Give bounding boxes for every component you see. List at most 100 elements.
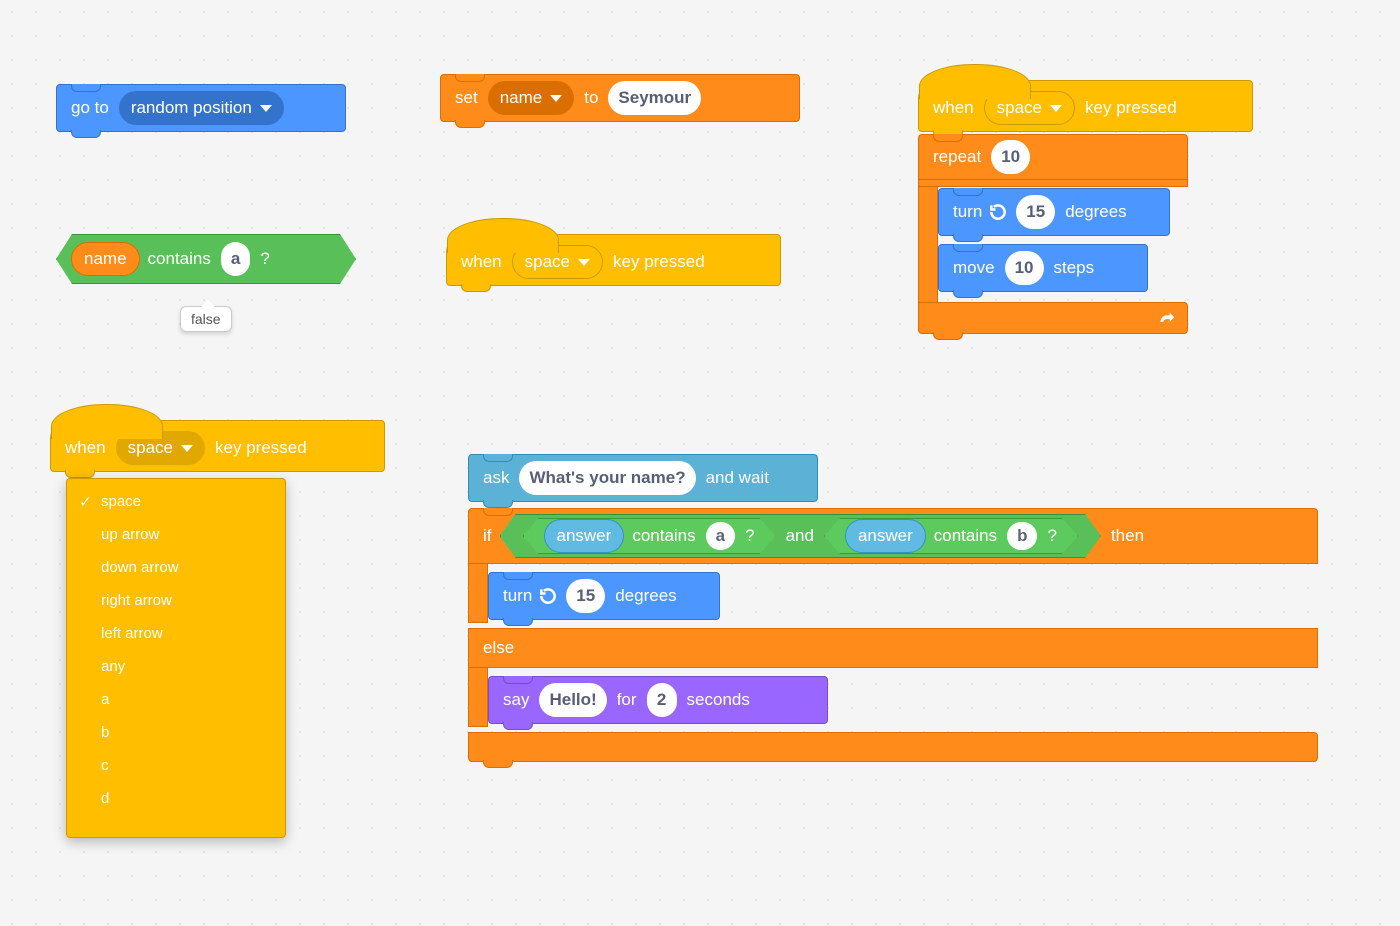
say-for-seconds-block[interactable]: say Hello! for 2 seconds xyxy=(488,676,828,724)
menu-item-b[interactable]: b xyxy=(67,716,285,749)
contains-label: contains xyxy=(148,249,211,269)
menu-item-label: d xyxy=(101,790,109,807)
value-input-text: Seymour xyxy=(618,88,691,108)
say-sec-text: 2 xyxy=(657,690,666,710)
go-to-block[interactable]: go to random position xyxy=(56,84,346,132)
menu-item-left-arrow[interactable]: left arrow xyxy=(67,617,285,650)
key-dropdown-value: space xyxy=(997,98,1042,118)
variable-reporter[interactable]: name xyxy=(71,242,140,276)
key-dropdown-value: space xyxy=(128,438,173,458)
answer-reporter-text: answer xyxy=(557,526,612,546)
menu-item-label: up arrow xyxy=(101,526,159,543)
turn-label: turn xyxy=(953,202,982,222)
rotate-ccw-icon xyxy=(988,202,1008,222)
contains-label: contains xyxy=(632,526,695,546)
menu-item-up-arrow[interactable]: up arrow xyxy=(67,518,285,551)
ask-input[interactable]: What's your name? xyxy=(519,461,695,495)
repeat-count-input[interactable]: 10 xyxy=(991,140,1030,174)
when-key-hat-block-b[interactable]: when space key pressed xyxy=(446,234,781,286)
menu-item-right-arrow[interactable]: right arrow xyxy=(67,584,285,617)
turn-deg-input[interactable]: 15 xyxy=(566,579,605,613)
menu-item-label: down arrow xyxy=(101,559,179,576)
contains-boolean-block-b[interactable]: answer contains b ? xyxy=(824,518,1078,554)
contains-arg-input[interactable]: b xyxy=(1007,522,1037,550)
when-label: when xyxy=(65,438,106,458)
key-dropdown-value: space xyxy=(525,252,570,272)
result-tooltip-text: false xyxy=(191,311,221,327)
move-n-input[interactable]: 10 xyxy=(1005,251,1044,285)
menu-item-d[interactable]: d xyxy=(67,782,285,815)
turn-deg-text: 15 xyxy=(1026,202,1045,222)
repeat-label: repeat xyxy=(933,147,981,167)
menu-item-c[interactable]: c xyxy=(67,749,285,782)
caret-down-icon xyxy=(1050,105,1062,112)
turn-ccw-block-if[interactable]: turn 15 degrees xyxy=(488,572,720,620)
else-bar: else xyxy=(468,628,1318,668)
loop-arrow-icon xyxy=(1155,309,1177,327)
repeat-count-text: 10 xyxy=(1001,147,1020,167)
when-label: when xyxy=(933,98,974,118)
say-msg-input[interactable]: Hello! xyxy=(539,683,606,717)
value-input[interactable]: Seymour xyxy=(608,81,701,115)
key-dropdown[interactable]: space xyxy=(512,245,603,279)
ask-label: ask xyxy=(483,468,509,488)
steps-label: steps xyxy=(1054,258,1095,278)
menu-item-label: right arrow xyxy=(101,592,172,609)
move-steps-block[interactable]: move 10 steps xyxy=(938,244,1148,292)
turn-deg-input[interactable]: 15 xyxy=(1016,195,1055,229)
variable-dropdown-value: name xyxy=(500,88,543,108)
contains-boolean-block-a[interactable]: answer contains a ? xyxy=(523,518,776,554)
contains-q: ? xyxy=(745,526,754,546)
menu-item-down-arrow[interactable]: down arrow xyxy=(67,551,285,584)
and-wait-label: and wait xyxy=(706,468,769,488)
menu-item-label: space xyxy=(101,493,141,510)
answer-reporter[interactable]: answer xyxy=(845,519,926,553)
ifelse-bottom xyxy=(468,732,1318,762)
contains-q: ? xyxy=(260,249,269,269)
key-dropdown[interactable]: space xyxy=(984,91,1075,125)
rotate-ccw-icon xyxy=(538,586,558,606)
degrees-label: degrees xyxy=(615,586,676,606)
turn-ccw-block[interactable]: turn 15 degrees xyxy=(938,188,1170,236)
contains-arg-input[interactable]: a xyxy=(706,522,735,550)
key-dropdown-open[interactable]: space xyxy=(116,431,205,465)
menu-item-label: any xyxy=(101,658,125,675)
when-key-hat-block-c[interactable]: when space key pressed xyxy=(50,420,385,472)
to-label: to xyxy=(584,88,598,108)
say-sec-input[interactable]: 2 xyxy=(647,683,677,717)
menu-item-any[interactable]: any xyxy=(67,650,285,683)
menu-item-label: left arrow xyxy=(101,625,163,642)
contains-arg-text: a xyxy=(716,526,725,546)
contains-arg-input[interactable]: a xyxy=(221,242,250,276)
menu-item-a[interactable]: a xyxy=(67,683,285,716)
ask-and-wait-block[interactable]: ask What's your name? and wait xyxy=(468,454,818,502)
variable-dropdown[interactable]: name xyxy=(488,81,575,115)
and-boolean-block[interactable]: answer contains a ? and answer contains … xyxy=(500,514,1101,558)
menu-item-label: a xyxy=(101,691,109,708)
answer-reporter-text: answer xyxy=(858,526,913,546)
contains-boolean-block[interactable]: name contains a ? xyxy=(56,234,356,284)
move-label: move xyxy=(953,258,995,278)
menu-item-space[interactable]: ✓space xyxy=(67,485,285,518)
when-label: when xyxy=(461,252,502,272)
caret-down-icon xyxy=(260,105,272,112)
if-label: if xyxy=(483,526,492,546)
caret-down-icon xyxy=(181,445,193,452)
go-to-label: go to xyxy=(71,98,109,118)
when-key-hat-block-d[interactable]: when space key pressed xyxy=(918,80,1253,132)
contains-q: ? xyxy=(1047,526,1056,546)
ask-input-text: What's your name? xyxy=(529,468,685,488)
repeat-spine xyxy=(918,179,938,303)
answer-reporter[interactable]: answer xyxy=(544,519,625,553)
repeat-block[interactable]: repeat 10 xyxy=(918,134,1188,180)
repeat-inner-top xyxy=(918,179,1188,187)
key-dropdown-menu[interactable]: ✓space up arrow down arrow right arrow l… xyxy=(66,478,286,838)
result-tooltip: false xyxy=(180,306,232,332)
for-label: for xyxy=(617,690,637,710)
menu-item-label: c xyxy=(101,757,109,774)
if-block[interactable]: if answer contains a ? and answer contai xyxy=(468,508,1318,564)
key-pressed-label: key pressed xyxy=(613,252,705,272)
set-variable-block[interactable]: set name to Seymour xyxy=(440,74,800,122)
go-to-dropdown[interactable]: random position xyxy=(119,91,284,125)
go-to-dropdown-value: random position xyxy=(131,98,252,118)
